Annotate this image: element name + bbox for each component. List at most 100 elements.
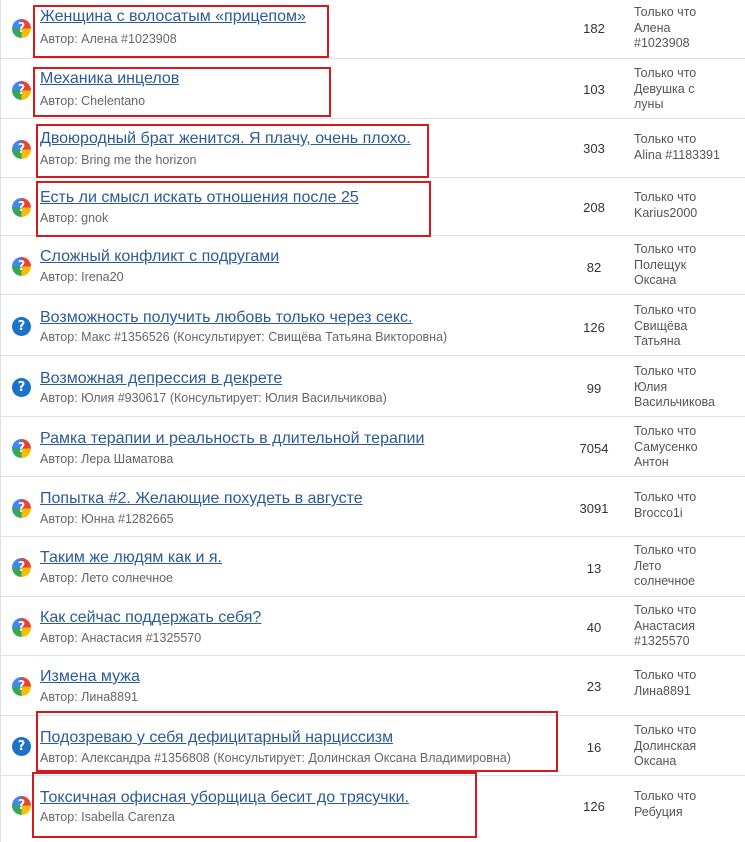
last-post-line: Алена <box>634 20 671 35</box>
topic-title-link[interactable]: Возможная депрессия в декрете <box>40 370 282 388</box>
question-mark-glyph: ? <box>17 83 26 98</box>
last-post-info[interactable]: Только что Юлия Васильчикова <box>634 364 744 411</box>
last-post-info[interactable]: Только что Свищёва Татьяна <box>634 303 744 350</box>
topic-row: ? Таким же людям как и я. Автор: Лето солн… <box>0 536 745 597</box>
last-post-line: Оксана <box>634 754 677 768</box>
row-left-border <box>0 597 1 656</box>
last-post-line: Свищёва <box>634 318 688 333</box>
highlight-box <box>36 711 558 772</box>
last-post-line: Только что <box>634 364 697 378</box>
topic-row: ? Измена мужа Автор: Лина8891 23 Только что Л… <box>0 655 745 716</box>
topic-row: ? Возможная депрессия в декрете Автор: Юли… <box>0 355 745 417</box>
highlight-box <box>32 772 477 838</box>
topic-author: Автор: Лина8891 <box>40 690 138 704</box>
highlight-box <box>33 5 329 58</box>
question-mark-glyph: ? <box>17 259 26 274</box>
question-mark-glyph: ? <box>17 380 26 395</box>
topic-row: ? Возможность получить любовь только чере… <box>0 294 745 356</box>
multi-question-icon: ? <box>12 499 31 518</box>
row-left-border <box>0 477 1 537</box>
question-mark-glyph: ? <box>17 21 26 36</box>
last-post-line: Ребуция <box>634 804 683 819</box>
last-post-info[interactable]: Только что Brocco1i <box>634 490 744 521</box>
question-mark-glyph: ? <box>17 798 26 813</box>
last-post-line: Brocco1i <box>634 505 683 520</box>
last-post-line: Долинская <box>634 738 697 753</box>
row-left-border <box>0 417 1 477</box>
last-post-info[interactable]: Только что Алена #1023908 <box>634 5 744 52</box>
multi-question-icon: ? <box>12 140 31 159</box>
last-post-line: Девушка с <box>634 81 695 96</box>
topic-title-link[interactable]: Рамка терапии и реальность в длительной … <box>40 430 424 448</box>
last-post-line: Юлия <box>634 379 668 394</box>
last-post-info[interactable]: Только что Анастасия #1325570 <box>634 603 744 650</box>
last-post-info[interactable]: Только что Alina #1183391 <box>634 132 744 163</box>
row-left-border <box>0 776 1 842</box>
multi-question-icon: ? <box>12 558 31 577</box>
row-left-border <box>0 178 1 236</box>
last-post-line: солнечное <box>634 574 696 588</box>
last-post-info[interactable]: Только что Полещук Оксана <box>634 242 744 289</box>
last-post-line: луны <box>634 97 664 111</box>
last-post-info[interactable]: Только что Лето солнечное <box>634 543 744 590</box>
highlight-box <box>36 181 431 237</box>
last-post-line: Только что <box>634 190 697 204</box>
multi-question-icon: ? <box>12 198 31 217</box>
highlight-box <box>36 124 429 178</box>
topic-title-link[interactable]: Сложный конфликт с подругами <box>40 248 279 266</box>
topic-author: Автор: Юнна #1282665 <box>40 512 174 526</box>
last-post-line: Только что <box>634 132 697 146</box>
topic-title-link[interactable]: Попытка #2. Желающие похудеть в августе <box>40 490 363 508</box>
row-left-border <box>0 119 1 178</box>
last-post-line: #1325570 <box>634 634 690 648</box>
multi-question-icon: ? <box>12 618 31 637</box>
last-post-line: Только что <box>634 789 697 803</box>
last-post-line: Только что <box>634 543 697 557</box>
topic-title-link[interactable]: Возможность получить любовь только через… <box>40 309 412 327</box>
row-left-border <box>0 716 1 776</box>
reply-count: 40 <box>586 620 602 635</box>
row-left-border <box>0 537 1 597</box>
question-mark-glyph: ? <box>17 739 26 754</box>
last-post-info[interactable]: Только что Ребуция <box>634 789 744 820</box>
topic-row: ? Как сейчас поддержать себя? Автор: Анаст… <box>0 596 745 656</box>
last-post-line: Лето <box>634 558 662 573</box>
reply-count: 16 <box>586 740 602 755</box>
reply-count: 99 <box>586 381 602 396</box>
last-post-line: Alina #1183391 <box>634 147 720 162</box>
question-mark-glyph: ? <box>17 620 26 635</box>
reply-count: 13 <box>586 561 602 576</box>
last-post-line: Только что <box>634 603 697 617</box>
last-post-info[interactable]: Только что Самусенко Антон <box>634 424 744 471</box>
topic-author: Автор: Лера Шаматова <box>40 452 174 466</box>
last-post-info[interactable]: Только что Karius2000 <box>634 190 744 221</box>
row-left-border <box>0 236 1 295</box>
multi-question-icon: ? <box>12 81 31 100</box>
row-left-border <box>0 0 1 59</box>
topic-author: Автор: Юлия #930617 (Консультирует: Юлия… <box>40 391 387 405</box>
multi-question-icon: ? <box>12 19 31 38</box>
last-post-info[interactable]: Только что Лина8891 <box>634 668 744 699</box>
topic-title-link[interactable]: Измена мужа <box>40 668 140 686</box>
topic-title-link[interactable]: Таким же людям как и я. <box>40 549 222 567</box>
topic-author: Автор: Irena20 <box>40 270 124 284</box>
question-mark-glyph: ? <box>17 200 26 215</box>
row-left-border <box>0 356 1 417</box>
question-mark-glyph: ? <box>17 441 26 456</box>
last-post-line: Только что <box>634 5 697 19</box>
last-post-info[interactable]: Только что Девушка с луны <box>634 66 744 113</box>
reply-count: 126 <box>583 320 605 335</box>
topic-title-link[interactable]: Как сейчас поддержать себя? <box>40 609 261 627</box>
multi-question-icon: ? <box>12 257 31 276</box>
question-mark-glyph: ? <box>17 319 26 334</box>
question-mark-glyph: ? <box>17 142 26 157</box>
row-left-border <box>0 656 1 716</box>
row-left-border <box>0 295 1 356</box>
last-post-info[interactable]: Только что Долинская Оксана <box>634 723 744 770</box>
question-mark-glyph: ? <box>17 679 26 694</box>
last-post-line: Только что <box>634 242 697 256</box>
last-post-line: Только что <box>634 490 697 504</box>
topic-row: ? Рамка терапии и реальность в длительной… <box>0 416 745 477</box>
last-post-line: Karius2000 <box>634 205 698 220</box>
topic-row: ? Сложный конфликт с подругами Автор: Iren… <box>0 235 745 295</box>
